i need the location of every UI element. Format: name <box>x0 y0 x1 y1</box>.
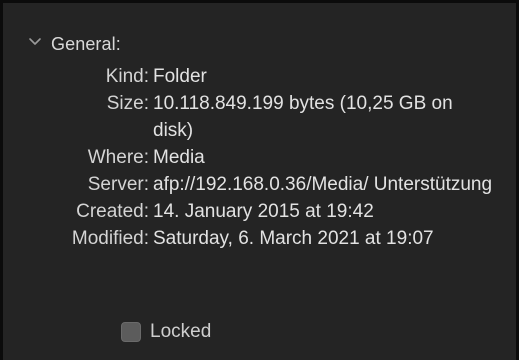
info-grid: Kind: Folder Size: 10.118.849.199 bytes … <box>3 63 516 252</box>
modified-row: Modified: Saturday, 6. March 2021 at 19:… <box>3 225 516 252</box>
kind-label: Kind: <box>105 66 149 87</box>
server-label: Server: <box>87 174 149 195</box>
size-value: 10.118.849.199 bytes (10,25 GB on disk) <box>153 93 453 141</box>
server-row: Server: afp://192.168.0.36/Media/ Unters… <box>3 171 516 198</box>
size-row: Size: 10.118.849.199 bytes (10,25 GB on … <box>3 90 516 144</box>
server-value: afp://192.168.0.36/Media/ Unterstützung <box>153 174 493 195</box>
get-info-general-panel: General: Kind: Folder Size: 10.118.849.1… <box>0 0 519 360</box>
kind-row: Kind: Folder <box>3 63 516 90</box>
size-label: Size: <box>106 93 149 114</box>
modified-label: Modified: <box>71 228 149 249</box>
chevron-down-icon[interactable] <box>25 32 51 57</box>
where-value: Media <box>153 147 205 168</box>
created-row: Created: 14. January 2015 at 19:42 <box>3 198 516 225</box>
created-label: Created: <box>76 201 149 222</box>
modified-value: Saturday, 6. March 2021 at 19:07 <box>153 228 434 249</box>
locked-label: Locked <box>150 321 212 342</box>
general-section-header[interactable]: General: <box>25 31 121 57</box>
locked-toggle[interactable]: Locked <box>121 321 211 343</box>
kind-value: Folder <box>153 66 207 87</box>
locked-checkbox[interactable] <box>121 322 141 342</box>
where-label: Where: <box>87 147 149 168</box>
general-section-title: General: <box>51 33 121 54</box>
created-value: 14. January 2015 at 19:42 <box>153 201 374 222</box>
where-row: Where: Media <box>3 144 516 171</box>
